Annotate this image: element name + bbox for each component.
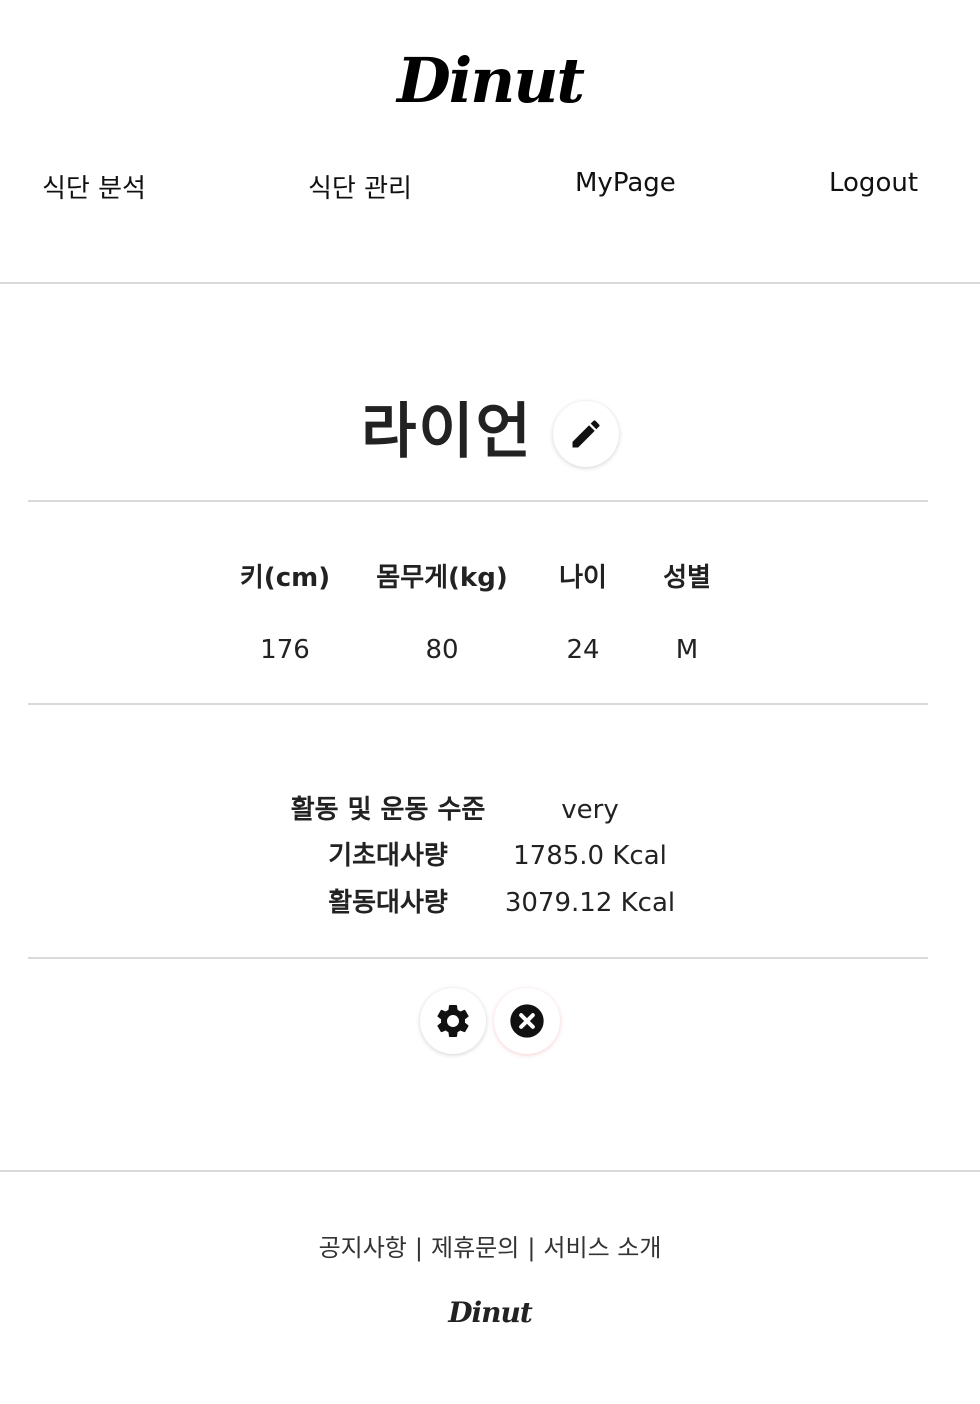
activity-label: 활동대사량 <box>328 888 448 918</box>
footer-divider <box>0 1170 980 1172</box>
activity-label: 활동 및 운동 수준 <box>290 795 486 825</box>
bmr-row: 기초대사량 1785.0 Kcal <box>0 834 980 878</box>
section-divider <box>28 500 928 502</box>
activity-value: 1785.0 Kcal <box>513 841 667 871</box>
close-circle-icon <box>510 1004 544 1038</box>
delete-profile-button[interactable] <box>494 988 560 1054</box>
stat-header: 성별 <box>663 563 711 593</box>
section-divider <box>28 957 928 959</box>
stat-value: 80 <box>425 635 459 665</box>
stat-height: 키(cm) 176 <box>205 556 365 672</box>
activity-value: very <box>561 795 619 825</box>
amr-row: 활동대사량 3079.12 Kcal <box>0 881 980 925</box>
footer-link-partnership[interactable]: 제휴문의 <box>431 1234 519 1262</box>
stat-weight: 몸무게(kg) 80 <box>362 556 522 672</box>
app-logo[interactable]: Dinut <box>0 44 980 117</box>
pencil-icon <box>572 420 600 448</box>
stat-value: 176 <box>260 635 310 665</box>
gear-icon <box>437 1005 469 1037</box>
activity-level-row: 활동 및 운동 수준 very <box>0 788 980 832</box>
footer-link-about[interactable]: 서비스 소개 <box>543 1234 661 1262</box>
profile-actions <box>0 988 980 1054</box>
nav-diet-analysis[interactable]: 식단 분석 <box>42 168 146 205</box>
activity-value: 3079.12 Kcal <box>504 888 676 918</box>
stat-gender: 성별 M <box>607 556 767 672</box>
stat-header: 키(cm) <box>239 563 331 593</box>
mypage: Dinut 식단 분석 식단 관리 MyPage Logout 라이언 키(cm… <box>0 0 980 1404</box>
edit-name-button[interactable] <box>552 401 619 467</box>
profile-name-row: 라이언 <box>0 396 980 468</box>
nav-logout[interactable]: Logout <box>829 168 918 198</box>
user-name: 라이언 <box>361 397 533 467</box>
header-divider <box>0 282 980 284</box>
footer-link-notice[interactable]: 공지사항 <box>319 1234 407 1262</box>
footer-separator: | <box>414 1234 423 1262</box>
footer-links: 공지사항 | 제휴문의 | 서비스 소개 <box>0 1228 980 1263</box>
footer-separator: | <box>527 1234 536 1262</box>
footer-logo: Dinut <box>448 1296 533 1329</box>
main-nav: 식단 분석 식단 관리 MyPage Logout <box>0 168 980 208</box>
settings-button[interactable] <box>420 988 486 1054</box>
stat-value: M <box>675 635 699 665</box>
section-divider <box>28 703 928 705</box>
stat-header: 몸무게(kg) <box>376 563 508 593</box>
nav-diet-management[interactable]: 식단 관리 <box>308 168 412 205</box>
nav-mypage[interactable]: MyPage <box>575 168 676 198</box>
activity-label: 기초대사량 <box>328 841 448 871</box>
